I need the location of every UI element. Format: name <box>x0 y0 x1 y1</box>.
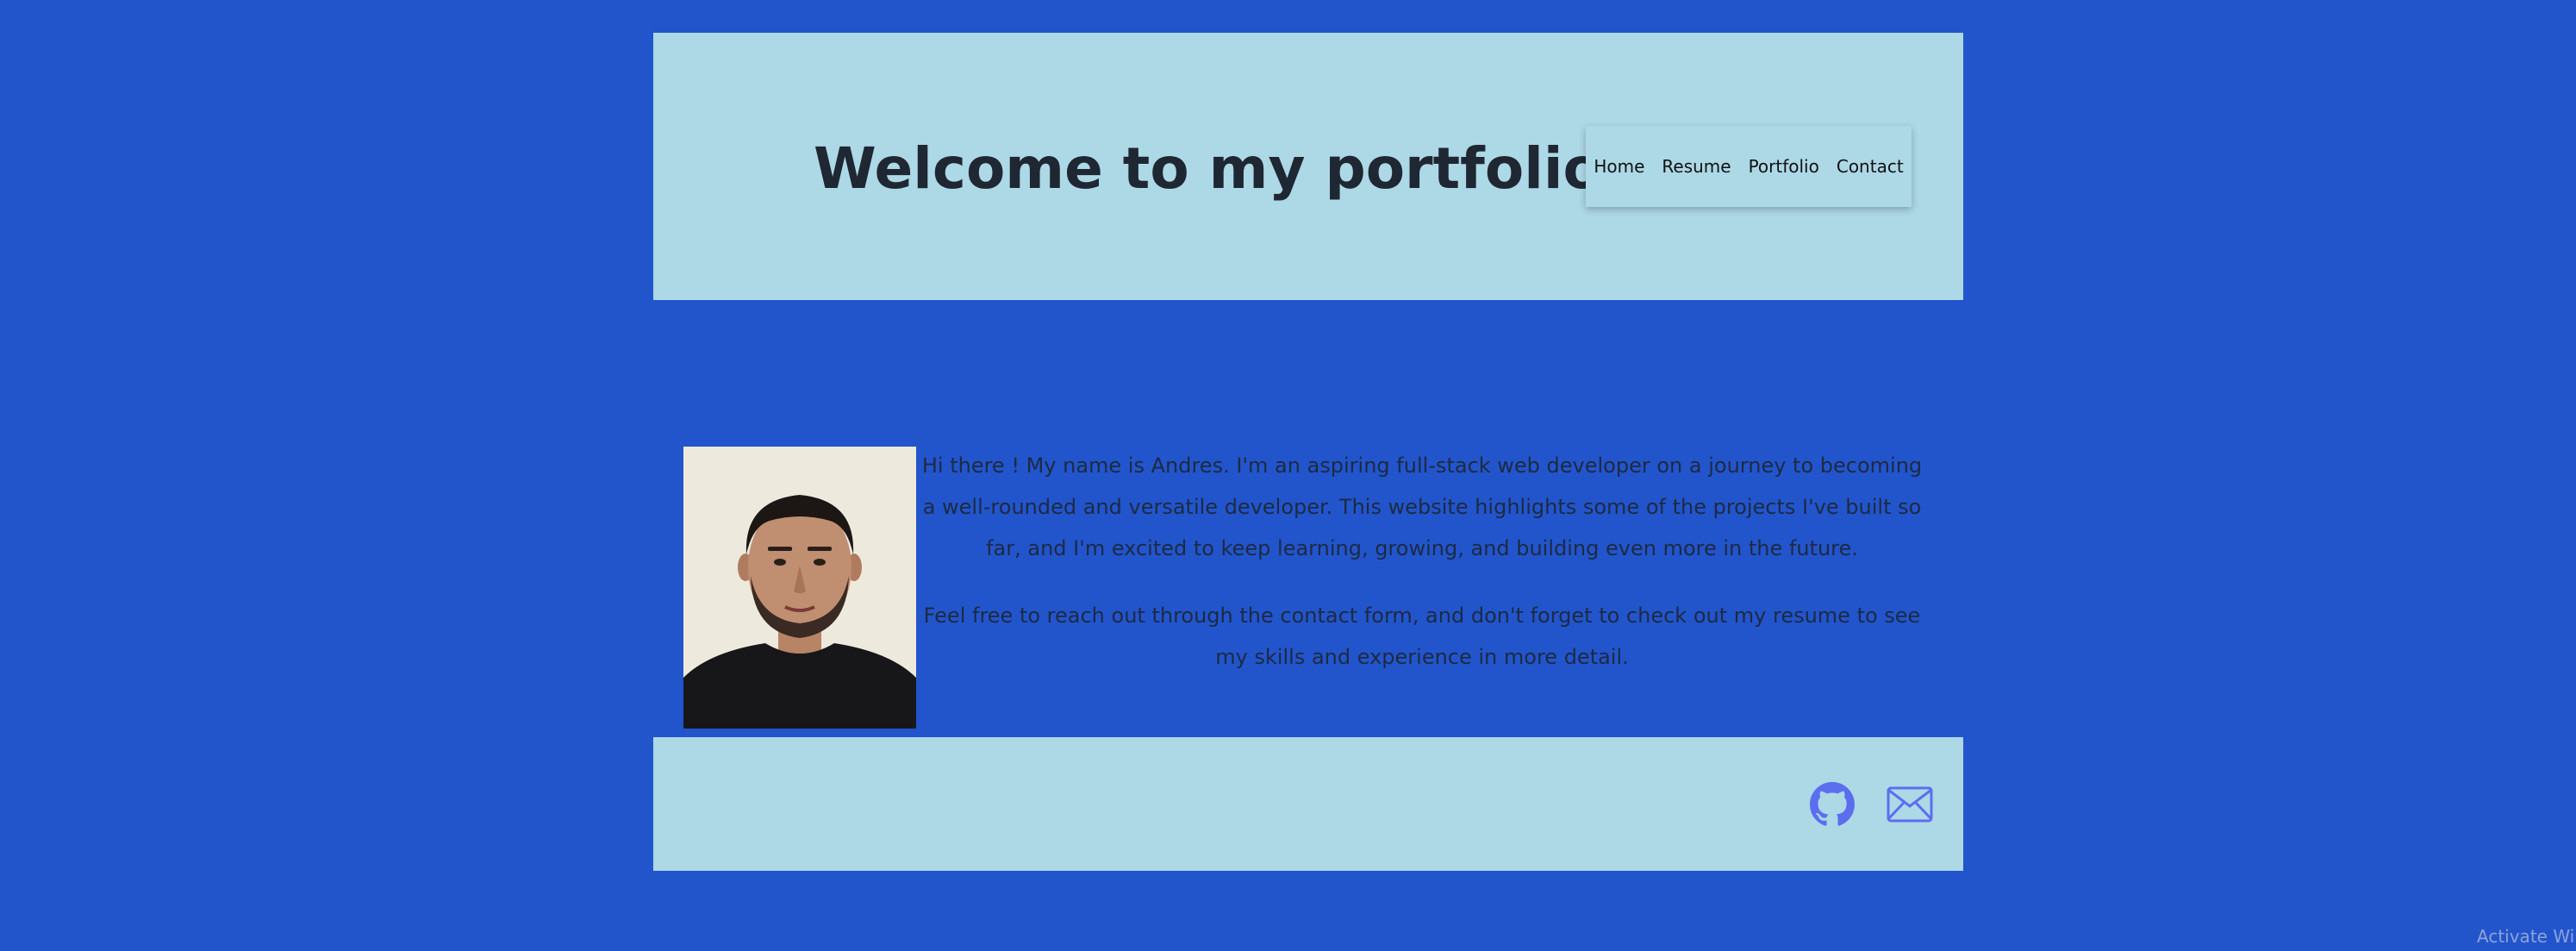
github-icon[interactable] <box>1810 782 1855 830</box>
profile-photo-drawing <box>683 447 916 729</box>
intro-text: Hi there ! My name is Andres. I'm an asp… <box>920 445 1924 704</box>
windows-activation-watermark: Activate Windows <box>2477 926 2576 947</box>
contact-paragraph: Feel free to reach out through the conta… <box>923 604 1921 669</box>
nav-link-contact[interactable]: Contact <box>1837 156 1904 177</box>
profile-photo <box>683 447 916 729</box>
site-header: Welcome to my portfolio!! Home Resume Po… <box>653 33 1963 300</box>
intro-paragraph: Hi there ! My name is Andres. I'm an asp… <box>921 454 1923 560</box>
site-footer <box>653 737 1963 871</box>
nav-link-resume[interactable]: Resume <box>1662 156 1731 177</box>
nav-link-portfolio[interactable]: Portfolio <box>1749 156 1819 177</box>
page: Welcome to my portfolio!! Home Resume Po… <box>0 0 2576 951</box>
nav-bar: Home Resume Portfolio Contact <box>1586 126 1912 207</box>
email-icon[interactable] <box>1887 782 1933 826</box>
nav-link-home[interactable]: Home <box>1594 156 1644 177</box>
page-title: Welcome to my portfolio!! <box>814 135 1654 202</box>
